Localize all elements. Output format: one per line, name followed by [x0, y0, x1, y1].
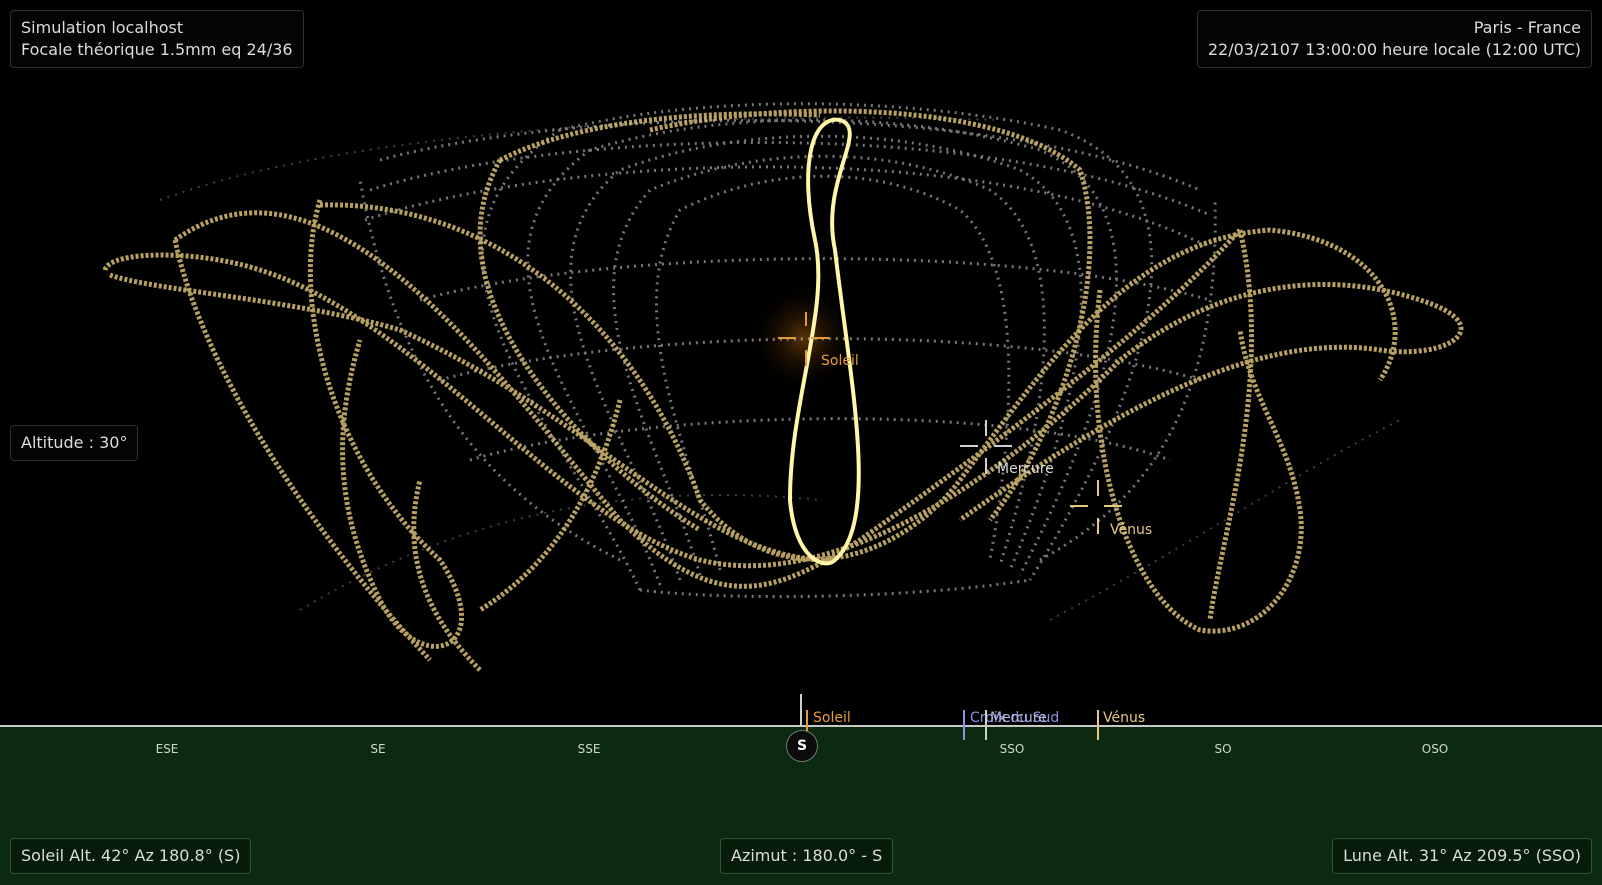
venus-horizon-label[interactable]: Vénus: [1103, 710, 1145, 726]
mercury-horizon-tick: [985, 710, 987, 740]
focal-length: Focale théorique 1.5mm eq 24/36: [21, 40, 293, 59]
location-time-panel: Paris - France 22/03/2107 13:00:00 heure…: [1196, 10, 1592, 68]
venus-trails: [102, 108, 1464, 672]
venus-sky-label[interactable]: Vénus: [1110, 522, 1152, 538]
compass-oso: OSO: [1421, 742, 1449, 756]
azimuth-text: Azimut : 180.0° - S: [731, 846, 883, 865]
southern-cross-tick: [963, 710, 965, 740]
sun-position-panel: Soleil Alt. 42° Az 180.8° (S): [10, 838, 252, 874]
compass-so: SO: [1214, 742, 1232, 756]
location-name: Paris - France: [1473, 18, 1581, 37]
compass-sso: SSO: [999, 742, 1025, 756]
altitude-indicator: Altitude : 30°: [10, 425, 139, 461]
compass-ese: ESE: [155, 742, 179, 756]
date-time: 22/03/2107 13:00:00 heure locale (12:00 …: [1207, 40, 1581, 59]
sun-sky-label[interactable]: Soleil: [821, 353, 859, 369]
south-direction-badge[interactable]: S: [786, 730, 818, 762]
south-tick: [800, 694, 802, 726]
azimuth-panel: Azimut : 180.0° - S: [720, 838, 894, 874]
mercury-sky-label[interactable]: Mercure: [997, 461, 1054, 477]
simulation-host: Simulation localhost: [21, 18, 184, 37]
venus-horizon-tick: [1097, 710, 1099, 740]
altitude-value: Altitude : 30°: [21, 433, 128, 452]
simulation-info-panel: Simulation localhost Focale théorique 1.…: [10, 10, 304, 68]
mercury-horizon-label[interactable]: Mercure: [990, 710, 1047, 726]
compass-se: SE: [370, 742, 386, 756]
compass-sse: SSE: [577, 742, 601, 756]
south-letter: S: [796, 738, 808, 754]
moon-position-panel: Lune Alt. 31° Az 209.5° (SSO): [1332, 838, 1592, 874]
sun-horizon-label[interactable]: Soleil: [813, 710, 851, 726]
orbit-trails: [102, 102, 1464, 672]
moon-position-text: Lune Alt. 31° Az 209.5° (SSO): [1343, 846, 1581, 865]
sun-position-text: Soleil Alt. 42° Az 180.8° (S): [21, 846, 241, 865]
